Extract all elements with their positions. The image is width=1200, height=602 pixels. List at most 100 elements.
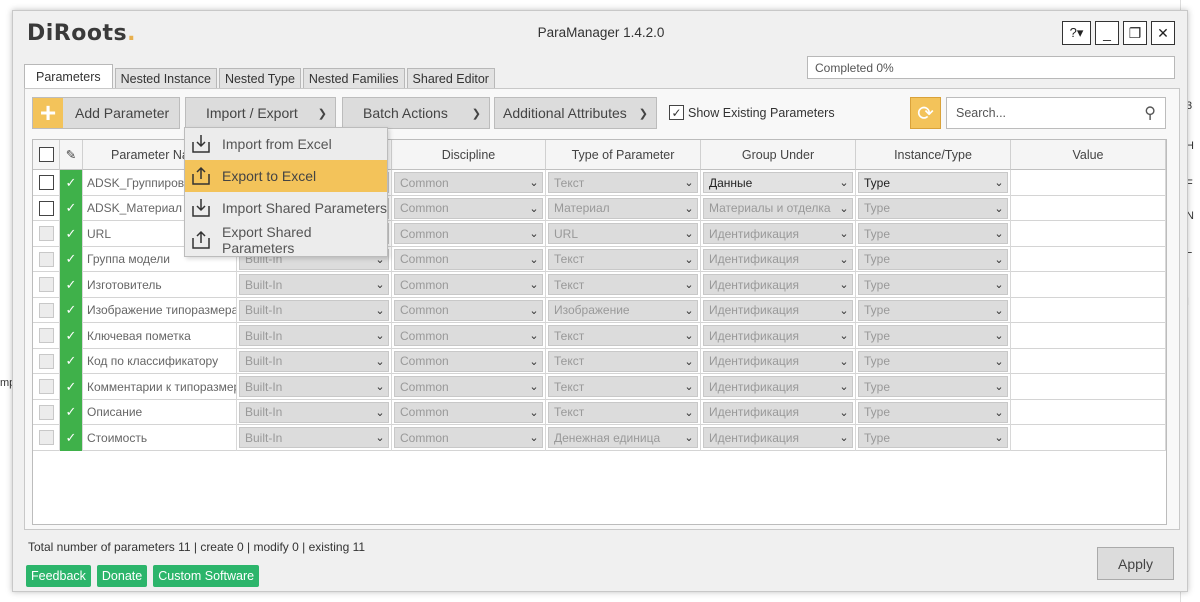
group-under-select[interactable]: Идентификация ⌄ bbox=[703, 401, 853, 423]
refresh-button[interactable]: ⟳ bbox=[910, 97, 941, 129]
donate-button[interactable]: Donate bbox=[96, 565, 148, 587]
instance-type-select[interactable]: Type ⌄ bbox=[858, 299, 1008, 321]
instance-type-select[interactable]: Type ⌄ bbox=[858, 427, 1008, 449]
discipline-select[interactable]: Common ⌄ bbox=[394, 223, 543, 245]
type-of-parameter-select[interactable]: Материал ⌄ bbox=[548, 197, 698, 219]
source-select[interactable]: Built-In ⌄ bbox=[239, 376, 389, 398]
select-all-checkbox[interactable] bbox=[38, 147, 54, 162]
instance-type-select[interactable]: Type ⌄ bbox=[858, 325, 1008, 347]
tab-shared-editor[interactable]: Shared Editor bbox=[406, 68, 495, 89]
discipline-select[interactable]: Common ⌄ bbox=[394, 172, 543, 194]
type-of-parameter-select[interactable]: Текст ⌄ bbox=[548, 350, 698, 372]
type-of-parameter-select[interactable]: Текст ⌄ bbox=[548, 401, 698, 423]
discipline-select[interactable]: Common ⌄ bbox=[394, 248, 543, 270]
instance-type-select[interactable]: Type ⌄ bbox=[858, 401, 1008, 423]
value-cell[interactable] bbox=[1011, 221, 1166, 247]
group-under-select[interactable]: Идентификация ⌄ bbox=[703, 248, 853, 270]
menu-item-export-shared-parameters[interactable]: Export Shared Parameters bbox=[185, 224, 387, 256]
instance-type-select[interactable]: Type ⌄ bbox=[858, 350, 1008, 372]
group-under-select[interactable]: Идентификация ⌄ bbox=[703, 427, 853, 449]
row-checkbox[interactable] bbox=[38, 200, 54, 216]
menu-item-import-from-excel[interactable]: Import from Excel bbox=[185, 128, 387, 160]
source-select[interactable]: Built-In ⌄ bbox=[239, 274, 389, 296]
value-cell[interactable] bbox=[1011, 246, 1166, 272]
value-cell[interactable] bbox=[1011, 425, 1166, 451]
instance-type-select[interactable]: Type ⌄ bbox=[858, 172, 1008, 194]
column-header[interactable]: Value bbox=[1011, 140, 1166, 170]
minimize-button[interactable]: _ bbox=[1095, 21, 1119, 45]
discipline-select[interactable]: Common ⌄ bbox=[394, 274, 543, 296]
value-cell[interactable] bbox=[1011, 272, 1166, 298]
value-cell[interactable] bbox=[1011, 170, 1166, 196]
instance-type-select[interactable]: Type ⌄ bbox=[858, 376, 1008, 398]
batch-actions-dropdown[interactable]: Batch Actions ❯ bbox=[342, 97, 490, 129]
menu-item-export-to-excel[interactable]: Export to Excel bbox=[185, 160, 387, 192]
group-under-select[interactable]: Идентификация ⌄ bbox=[703, 223, 853, 245]
custom-software-button[interactable]: Custom Software bbox=[153, 565, 260, 587]
instance-type-select[interactable]: Type ⌄ bbox=[858, 274, 1008, 296]
tab-nested-type[interactable]: Nested Type bbox=[218, 68, 301, 89]
group-under-select[interactable]: Идентификация ⌄ bbox=[703, 325, 853, 347]
value-cell[interactable] bbox=[1011, 195, 1166, 221]
discipline-select[interactable]: Common ⌄ bbox=[394, 350, 543, 372]
discipline-select[interactable]: Common ⌄ bbox=[394, 197, 543, 219]
column-header[interactable]: Type of Parameter bbox=[546, 140, 701, 170]
discipline-select[interactable]: Common ⌄ bbox=[394, 325, 543, 347]
type-of-parameter-select[interactable]: Изображение ⌄ bbox=[548, 299, 698, 321]
discipline-select[interactable]: Common ⌄ bbox=[394, 427, 543, 449]
row-select-cell bbox=[33, 221, 60, 247]
type-of-parameter-select[interactable]: Текст ⌄ bbox=[548, 274, 698, 296]
value-cell[interactable] bbox=[1011, 399, 1166, 425]
column-header[interactable]: Discipline bbox=[392, 140, 546, 170]
group-under-select[interactable]: Идентификация ⌄ bbox=[703, 274, 853, 296]
type-of-parameter-select[interactable]: Текст ⌄ bbox=[548, 376, 698, 398]
import-export-dropdown[interactable]: Import / Export ❯ bbox=[185, 97, 336, 129]
instance-type-select[interactable]: Type ⌄ bbox=[858, 248, 1008, 270]
value-cell[interactable] bbox=[1011, 348, 1166, 374]
type-of-parameter-select[interactable]: Текст ⌄ bbox=[548, 325, 698, 347]
type-of-parameter-select[interactable]: Текст ⌄ bbox=[548, 248, 698, 270]
instance-type-select[interactable]: Type ⌄ bbox=[858, 223, 1008, 245]
table-row: ✓ Ключевая пометка Built-In ⌄ Common ⌄ Текст ⌄ И… bbox=[33, 323, 1166, 349]
source-select[interactable]: Built-In ⌄ bbox=[239, 350, 389, 372]
source-select[interactable]: Built-In ⌄ bbox=[239, 299, 389, 321]
add-parameter-button[interactable]: + Add Parameter bbox=[32, 97, 180, 129]
group-under-select[interactable]: Материалы и отделка ⌄ bbox=[703, 197, 853, 219]
help-button[interactable]: ?▾ bbox=[1062, 21, 1091, 45]
value-cell[interactable] bbox=[1011, 297, 1166, 323]
row-checkbox bbox=[38, 353, 54, 369]
restore-button[interactable]: ❐ bbox=[1123, 21, 1147, 45]
search-input[interactable]: Search... ⚲ bbox=[946, 97, 1166, 129]
discipline-select[interactable]: Common ⌄ bbox=[394, 376, 543, 398]
apply-button[interactable]: Apply bbox=[1097, 547, 1174, 580]
column-header[interactable]: Group Under bbox=[701, 140, 856, 170]
select-cell: Type ⌄ bbox=[856, 374, 1011, 400]
show-existing-checkbox[interactable]: ✓ bbox=[669, 105, 684, 120]
source-select[interactable]: Built-In ⌄ bbox=[239, 401, 389, 423]
group-under-select[interactable]: Идентификация ⌄ bbox=[703, 299, 853, 321]
discipline-select[interactable]: Common ⌄ bbox=[394, 401, 543, 423]
show-existing-toggle[interactable]: ✓ Show Existing Parameters bbox=[669, 105, 835, 120]
select-cell: Type ⌄ bbox=[856, 195, 1011, 221]
tab-nested-families[interactable]: Nested Families bbox=[302, 68, 405, 89]
value-cell[interactable] bbox=[1011, 323, 1166, 349]
row-checkbox[interactable] bbox=[38, 175, 54, 191]
tab-nested-instance[interactable]: Nested Instance bbox=[114, 68, 217, 89]
column-header[interactable]: Instance/Type bbox=[856, 140, 1011, 170]
group-under-select[interactable]: Идентификация ⌄ bbox=[703, 350, 853, 372]
instance-type-select[interactable]: Type ⌄ bbox=[858, 197, 1008, 219]
discipline-select[interactable]: Common ⌄ bbox=[394, 299, 543, 321]
close-button[interactable]: ✕ bbox=[1151, 21, 1175, 45]
additional-attributes-dropdown[interactable]: Additional Attributes ❯ bbox=[494, 97, 657, 129]
menu-item-import-shared-parameters[interactable]: Import Shared Parameters bbox=[185, 192, 387, 224]
type-of-parameter-select[interactable]: Текст ⌄ bbox=[548, 172, 698, 194]
type-of-parameter-select[interactable]: URL ⌄ bbox=[548, 223, 698, 245]
tab-parameters[interactable]: Parameters bbox=[24, 64, 113, 89]
group-under-select[interactable]: Идентификация ⌄ bbox=[703, 376, 853, 398]
source-select[interactable]: Built-In ⌄ bbox=[239, 427, 389, 449]
source-select[interactable]: Built-In ⌄ bbox=[239, 325, 389, 347]
feedback-button[interactable]: Feedback bbox=[26, 565, 91, 587]
value-cell[interactable] bbox=[1011, 374, 1166, 400]
type-of-parameter-select[interactable]: Денежная единица ⌄ bbox=[548, 427, 698, 449]
group-under-select[interactable]: Данные ⌄ bbox=[703, 172, 853, 194]
